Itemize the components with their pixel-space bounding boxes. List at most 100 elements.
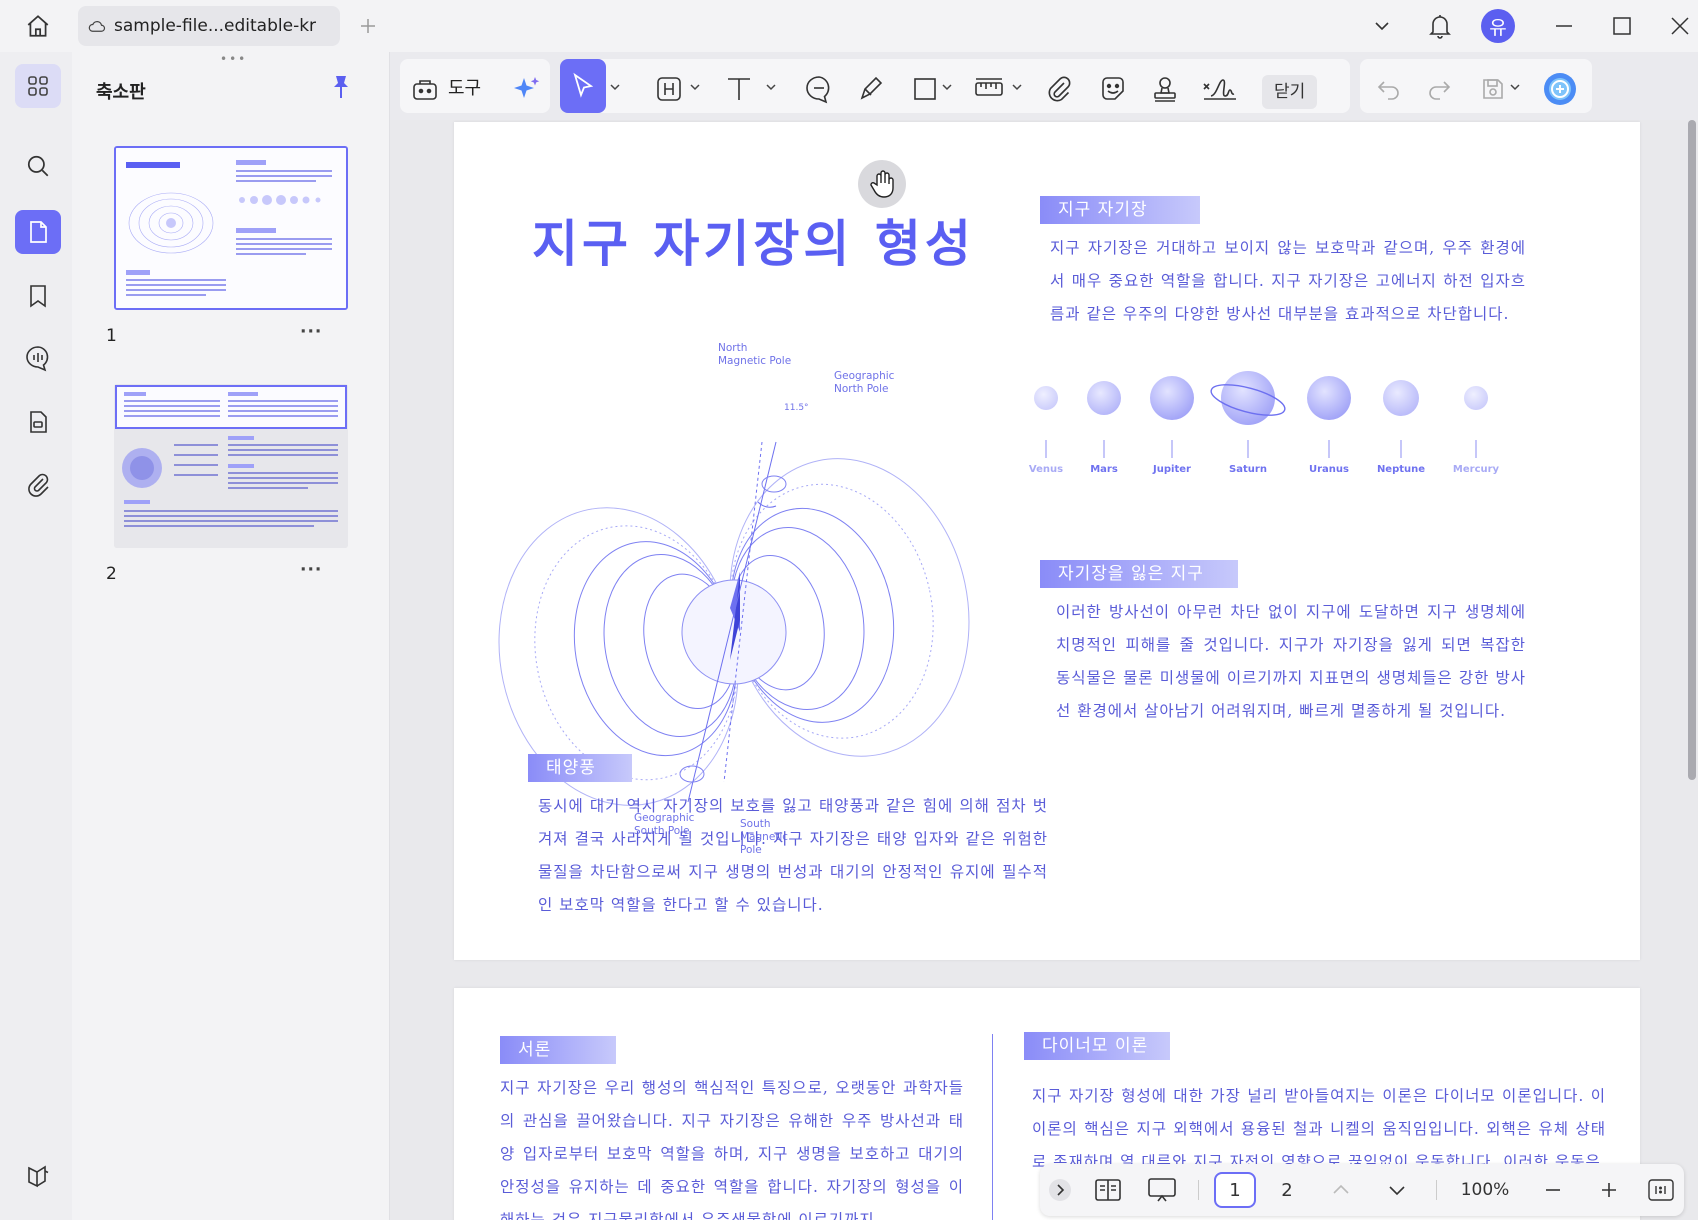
- text-icon[interactable]: [724, 74, 754, 104]
- nav-divider: [1198, 1180, 1199, 1200]
- section-tag-intro: 서론: [500, 1036, 616, 1064]
- redo-icon[interactable]: [1424, 74, 1454, 104]
- section-tag-dynamo: 다이너모 이론: [1024, 1032, 1170, 1060]
- thumbnail-page-number: 2: [106, 564, 117, 584]
- stamp-icon[interactable]: [1150, 74, 1180, 104]
- thumbnails-icon[interactable]: [15, 64, 61, 108]
- diagram-label-geo-north: Geographic North Pole: [834, 370, 895, 395]
- rectangle-icon[interactable]: [910, 74, 940, 104]
- diagram-label-angle: 11.5°: [784, 403, 809, 413]
- panel-drag-handle[interactable]: •••: [220, 53, 245, 65]
- save-icon[interactable]: [1478, 74, 1508, 104]
- zoom-level[interactable]: 100%: [1448, 1172, 1522, 1208]
- annotation-tools-group: 닫기: [560, 59, 1350, 113]
- actual-size-icon[interactable]: [1646, 1172, 1676, 1208]
- note-icon[interactable]: [804, 74, 834, 104]
- history-group: [1360, 59, 1592, 113]
- pin-icon[interactable]: [330, 74, 352, 100]
- vertical-scrollbar[interactable]: [1688, 120, 1696, 780]
- thumbnail-more-button[interactable]: ···: [300, 322, 322, 342]
- chevron-down-icon[interactable]: [942, 82, 952, 92]
- prev-page-icon[interactable]: [1326, 1172, 1356, 1208]
- thumbnail-more-button[interactable]: ···: [300, 560, 322, 580]
- bookmark-icon[interactable]: [15, 274, 61, 318]
- panel-title: 축소판: [96, 82, 146, 103]
- section-tag-wind: 태양풍: [528, 754, 632, 782]
- hand-icon: [858, 160, 906, 208]
- nav-divider: [1436, 1180, 1437, 1200]
- zoom-out-icon[interactable]: [1538, 1172, 1568, 1208]
- presentation-icon[interactable]: [1144, 1172, 1180, 1208]
- clip-icon[interactable]: [1044, 74, 1074, 104]
- magnetic-field-diagram: North Magnetic Pole Geographic North Pole …: [494, 312, 1014, 856]
- column-divider: [992, 1034, 993, 1220]
- planet-label: Neptune: [1376, 464, 1426, 475]
- assistant-icon[interactable]: [1542, 71, 1578, 107]
- document-page-1: 지구 자기장의 형성 North Magnetic Pole Geographi…: [454, 122, 1640, 960]
- tools-label[interactable]: 도구: [448, 74, 481, 100]
- planet-label: Uranus: [1309, 464, 1349, 475]
- signature-icon[interactable]: [1200, 74, 1240, 104]
- cursor-tool-button[interactable]: [560, 59, 606, 113]
- comment-icon[interactable]: [15, 336, 61, 380]
- section-text-magnetic: 지구 자기장은 거대하고 보이지 않는 보호막과 같으며, 우주 환경에서 매우…: [1050, 239, 1526, 323]
- avatar[interactable]: 유: [1481, 9, 1515, 43]
- close-window-icon[interactable]: [1660, 8, 1698, 44]
- section-text-lost: 이러한 방사선이 아무런 차단 없이 지구에 도달하면 지구 생명체에 치명적인…: [1056, 603, 1526, 720]
- home-icon[interactable]: [18, 8, 58, 44]
- document-tab-title: sample-file...editable-kr: [114, 16, 317, 36]
- form-icon[interactable]: [15, 400, 61, 444]
- pages-icon[interactable]: [15, 210, 61, 254]
- thumbnail-page-number: 1: [106, 326, 117, 346]
- chevron-down-icon[interactable]: [690, 82, 700, 92]
- planet-label: Saturn: [1229, 464, 1267, 475]
- planet-label: Jupiter: [1153, 464, 1191, 475]
- layers-icon[interactable]: [15, 1154, 61, 1198]
- chevron-down-icon[interactable]: [1510, 82, 1520, 92]
- ai-sparkle-icon[interactable]: [512, 74, 542, 104]
- maximize-icon[interactable]: [1602, 8, 1642, 44]
- chevron-down-icon[interactable]: [610, 82, 620, 92]
- section-text-wind: 동시에 대기 역시 자기장의 보호를 잃고 태양풍과 같은 힘에 의해 점차 벗…: [538, 797, 1048, 914]
- planet-label: Mars: [1090, 464, 1118, 475]
- document-tab[interactable]: sample-file...editable-kr: [78, 6, 340, 46]
- chevron-down-icon[interactable]: [1362, 8, 1402, 44]
- undo-icon[interactable]: [1374, 74, 1404, 104]
- close-button[interactable]: 닫기: [1262, 75, 1318, 109]
- page-navigation-bar: 1 2 100%: [1040, 1164, 1684, 1216]
- page-title: 지구 자기장의 형성: [532, 214, 975, 273]
- search-icon[interactable]: [15, 144, 61, 188]
- highlight-icon[interactable]: [654, 74, 684, 104]
- section-tag-magnetic: 지구 자기장: [1040, 196, 1200, 224]
- collapse-nav-button[interactable]: [1046, 1172, 1074, 1208]
- add-tab-icon[interactable]: [348, 8, 388, 44]
- section-tag-lost: 자기장을 잃은 지구: [1040, 560, 1238, 588]
- chevron-down-icon[interactable]: [766, 82, 776, 92]
- tools-group: 도구: [400, 59, 550, 113]
- page-button-2[interactable]: 2: [1266, 1172, 1308, 1208]
- planet-row: Venus Mars Jupiter Saturn Uranus Neptune…: [1029, 362, 1514, 482]
- bell-icon[interactable]: [1420, 8, 1460, 44]
- sticker-icon[interactable]: [1098, 74, 1128, 104]
- ruler-icon[interactable]: [974, 74, 1004, 104]
- zoom-in-icon[interactable]: [1594, 1172, 1624, 1208]
- diagram-label-north-magnetic: North Magnetic Pole: [718, 342, 792, 367]
- title-bar: sample-file...editable-kr 유: [0, 0, 1698, 52]
- next-page-icon[interactable]: [1382, 1172, 1412, 1208]
- reading-mode-icon[interactable]: [1090, 1172, 1126, 1208]
- minimize-icon[interactable]: [1544, 8, 1584, 44]
- section-text-intro: 지구 자기장은 우리 행성의 핵심적인 특징으로, 오랫동안 과학자들의 관심을…: [500, 1079, 964, 1220]
- chevron-down-icon[interactable]: [1012, 82, 1022, 92]
- thumbnail-panel: ••• 축소판 1 ··· 2 ···: [72, 52, 390, 1220]
- icon-rail: [0, 52, 72, 1220]
- toolbar: 도구 닫기: [390, 52, 1698, 120]
- pen-icon[interactable]: [856, 74, 886, 104]
- page-button-1[interactable]: 1: [1214, 1172, 1256, 1208]
- document-viewport[interactable]: 지구 자기장의 형성 North Magnetic Pole Geographi…: [390, 120, 1698, 1220]
- toolbox-icon[interactable]: [410, 74, 440, 104]
- attachment-icon[interactable]: [15, 462, 61, 506]
- planet-label: Venus: [1028, 464, 1064, 475]
- page-thumbnail-2[interactable]: [114, 384, 348, 548]
- page-thumbnail-1[interactable]: [114, 146, 348, 310]
- cloud-icon: [88, 19, 106, 33]
